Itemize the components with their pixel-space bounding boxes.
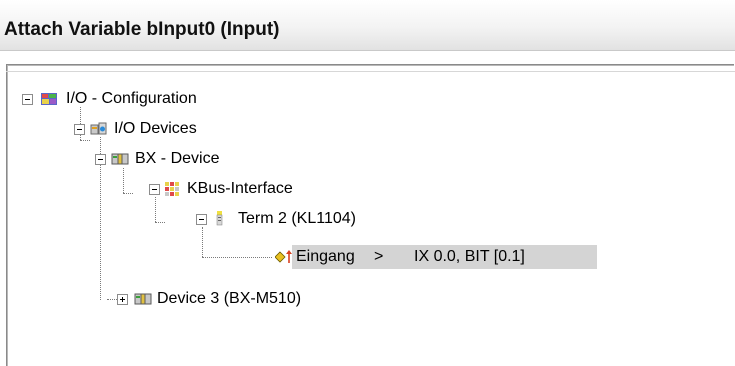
terminal-icon [216, 211, 223, 226]
panel-divider [6, 71, 735, 72]
tree-node-device3[interactable]: Device 3 (BX-M510) [117, 287, 397, 311]
mapping-separator: > [374, 248, 384, 265]
tree-node-label: Device 3 (BX-M510) [157, 290, 302, 307]
tree-line [155, 222, 165, 223]
io-configuration-icon [41, 93, 57, 105]
tree-node-label: BX - Device [135, 150, 220, 167]
collapse-toggle-icon[interactable] [196, 214, 207, 225]
tree-line [202, 257, 272, 258]
io-devices-icon [90, 122, 107, 135]
tree-node-bx-device[interactable]: BX - Device [95, 147, 335, 171]
expand-toggle-icon[interactable] [117, 294, 128, 305]
variable-name: Eingang [296, 248, 355, 265]
device-icon [134, 293, 152, 305]
tree-node-kbus-interface[interactable]: KBus-Interface [149, 177, 389, 201]
tree-node-label: I/O Devices [114, 120, 197, 137]
collapse-toggle-icon[interactable] [74, 124, 85, 135]
tree-line [123, 193, 133, 194]
collapse-toggle-icon[interactable] [22, 94, 33, 105]
tree-node-io-configuration[interactable]: I/O - Configuration [22, 87, 302, 111]
variable-address: IX 0.0, BIT [0.1] [414, 248, 525, 265]
device-icon [111, 153, 129, 165]
collapse-toggle-icon[interactable] [95, 154, 106, 165]
tree-node-io-devices[interactable]: I/O Devices [74, 117, 314, 141]
kbus-interface-icon [165, 182, 179, 196]
tree-node-label: I/O - Configuration [66, 90, 197, 107]
tree-node-label: Term 2 (KL1104) [238, 210, 356, 227]
tree-node-term2[interactable]: Term 2 (KL1104) [196, 207, 436, 231]
tree-node-eingang-selected[interactable]: Eingang > IX 0.0, BIT [0.1] [292, 245, 597, 269]
tree-line [107, 299, 117, 300]
dialog-title: Attach Variable bInput0 (Input) [4, 19, 280, 40]
input-variable-icon [275, 250, 292, 263]
dialog-title-bar: Attach Variable bInput0 (Input) [0, 0, 735, 51]
tree-line [123, 168, 124, 193]
tree-node-label: KBus-Interface [187, 180, 293, 197]
collapse-toggle-icon[interactable] [149, 184, 160, 195]
tree-line [202, 227, 203, 257]
